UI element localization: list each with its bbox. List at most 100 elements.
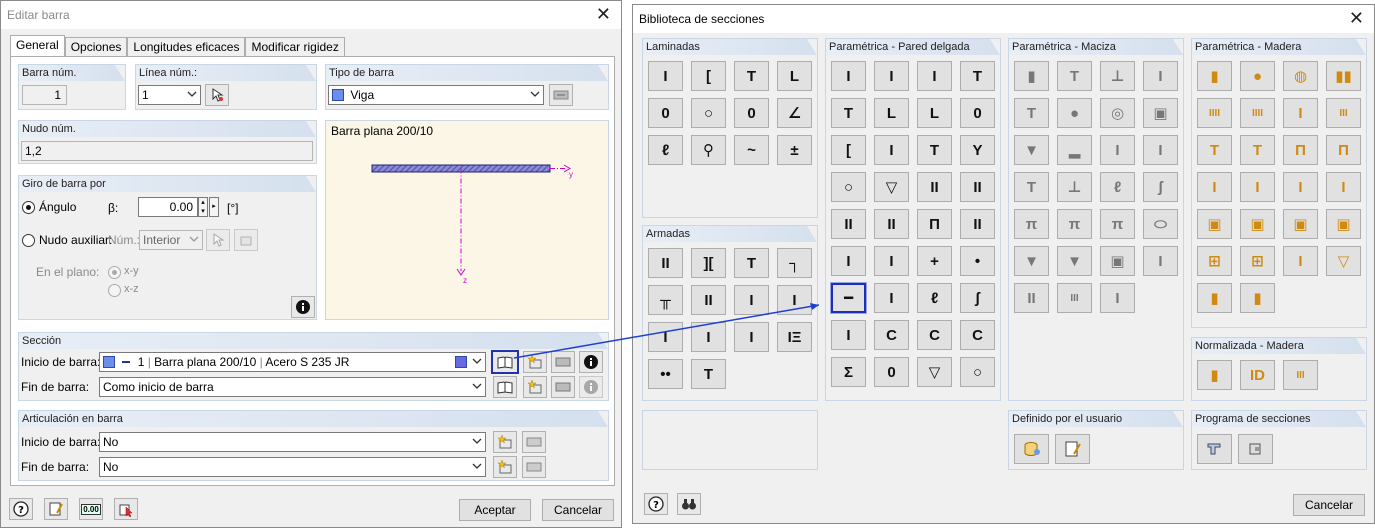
pared-section-button-18[interactable]: II — [874, 209, 909, 239]
maciza-section-button-3[interactable]: ⊥ — [1100, 61, 1135, 91]
section-end-info-button[interactable] — [579, 376, 603, 398]
hinge-end-new-button[interactable] — [493, 456, 517, 478]
madera-section-button-19[interactable]: ▣ — [1283, 209, 1318, 239]
pared-section-button-4[interactable]: T — [960, 61, 995, 91]
hinge-start-edit-button[interactable] — [522, 431, 546, 453]
pared-section-button-25[interactable]: ━ — [831, 283, 866, 313]
pared-section-button-15[interactable]: II — [917, 172, 952, 202]
pared-section-button-16[interactable]: II — [960, 172, 995, 202]
pared-section-button-20[interactable]: II — [960, 209, 995, 239]
maciza-section-button-24[interactable]: I — [1143, 246, 1178, 276]
user-section-edit-button[interactable] — [1055, 434, 1090, 464]
maciza-section-button-22[interactable]: ▼ — [1057, 246, 1092, 276]
madera-section-button-6[interactable]: IIII — [1240, 98, 1275, 128]
edit-text-button[interactable] — [44, 498, 68, 520]
section-library-button[interactable] — [491, 350, 519, 374]
laminadas-section-button-1[interactable]: I — [648, 61, 683, 91]
madera-section-button-14[interactable]: I — [1240, 172, 1275, 202]
madera-section-button-26[interactable]: ▮ — [1240, 283, 1275, 313]
pared-section-button-6[interactable]: L — [874, 98, 909, 128]
maciza-section-button-25[interactable]: II — [1014, 283, 1049, 313]
laminadas-section-button-10[interactable]: ⚲ — [691, 135, 726, 165]
maciza-section-button-26[interactable]: III — [1057, 283, 1092, 313]
help-button[interactable]: ? — [644, 493, 668, 515]
maciza-section-button-11[interactable]: I — [1100, 135, 1135, 165]
madera-section-button-8[interactable]: III — [1326, 98, 1361, 128]
laminadas-section-button-6[interactable]: ○ — [691, 98, 726, 128]
madera-section-button-20[interactable]: ▣ — [1326, 209, 1361, 239]
pared-section-button-1[interactable]: I — [831, 61, 866, 91]
member-type-select[interactable]: Viga — [328, 85, 544, 105]
laminadas-section-button-11[interactable]: ~ — [734, 135, 769, 165]
search-section-button[interactable] — [677, 493, 701, 515]
plane-xy-radio[interactable] — [108, 266, 121, 279]
select-member-button[interactable] — [114, 498, 138, 520]
armadas-section-button-4[interactable]: ┐ — [777, 248, 812, 278]
angle-radio[interactable] — [22, 201, 35, 214]
pared-section-button-35[interactable]: ▽ — [917, 357, 952, 387]
maciza-section-button-8[interactable]: ▣ — [1143, 98, 1178, 128]
info-button[interactable] — [291, 296, 315, 318]
madera-section-button-22[interactable]: ⊞ — [1240, 246, 1275, 276]
tab-longitudes[interactable]: Longitudes eficaces — [127, 37, 246, 56]
beta-arrow-button[interactable]: ▸ — [209, 197, 219, 217]
armadas-section-button-13[interactable]: •• — [648, 359, 683, 389]
pared-section-button-14[interactable]: ▽ — [874, 172, 909, 202]
madera-section-button-12[interactable]: П — [1326, 135, 1361, 165]
pared-section-button-11[interactable]: T — [917, 135, 952, 165]
madera-section-button-18[interactable]: ▣ — [1240, 209, 1275, 239]
armadas-section-button-8[interactable]: I — [777, 285, 812, 315]
maciza-section-button-14[interactable]: ⊥ — [1057, 172, 1092, 202]
maciza-section-button-17[interactable]: π — [1014, 209, 1049, 239]
maciza-section-button-27[interactable]: I — [1100, 283, 1135, 313]
section-end-select[interactable]: Como inicio de barra — [99, 377, 486, 397]
member-number-field[interactable]: 1 — [22, 85, 67, 105]
pared-section-button-17[interactable]: II — [831, 209, 866, 239]
edit-section-button[interactable] — [551, 351, 575, 373]
hinge-start-new-button[interactable] — [493, 431, 517, 453]
armadas-section-button-6[interactable]: II — [691, 285, 726, 315]
laminadas-section-button-12[interactable]: ± — [777, 135, 812, 165]
pared-section-button-9[interactable]: [ — [831, 135, 866, 165]
pared-section-button-27[interactable]: ℓ — [917, 283, 952, 313]
madera-section-button-10[interactable]: T — [1240, 135, 1275, 165]
pared-section-button-30[interactable]: C — [874, 320, 909, 350]
pared-section-button-10[interactable]: I — [874, 135, 909, 165]
hinge-end-edit-button[interactable] — [522, 456, 546, 478]
pared-section-button-26[interactable]: I — [874, 283, 909, 313]
armadas-section-button-10[interactable]: I — [691, 322, 726, 352]
madera-section-button-3[interactable]: ◍ — [1283, 61, 1318, 91]
maciza-section-button-21[interactable]: ▼ — [1014, 246, 1049, 276]
pared-section-button-13[interactable]: ○ — [831, 172, 866, 202]
hinge-start-select[interactable]: No — [99, 432, 486, 452]
maciza-section-button-9[interactable]: ▼ — [1014, 135, 1049, 165]
madera-section-button-23[interactable]: I — [1283, 246, 1318, 276]
tab-opciones[interactable]: Opciones — [64, 37, 128, 56]
pared-section-button-32[interactable]: C — [960, 320, 995, 350]
madera-section-button-11[interactable]: П — [1283, 135, 1318, 165]
madera-section-button-25[interactable]: ▮ — [1197, 283, 1232, 313]
close-icon[interactable]: ✕ — [596, 5, 611, 23]
madera-section-button-5[interactable]: IIII — [1197, 98, 1232, 128]
maciza-section-button-12[interactable]: I — [1143, 135, 1178, 165]
armadas-section-button-5[interactable]: ╥ — [648, 285, 683, 315]
tab-general[interactable]: General — [10, 35, 65, 56]
pared-section-button-8[interactable]: 0 — [960, 98, 995, 128]
pared-section-button-19[interactable]: П — [917, 209, 952, 239]
madera-section-button-4[interactable]: ▮▮ — [1326, 61, 1361, 91]
normalizada-section-button-1[interactable]: ▮ — [1197, 360, 1232, 390]
maciza-section-button-5[interactable]: T — [1014, 98, 1049, 128]
madera-section-button-7[interactable]: I — [1283, 98, 1318, 128]
cancel-button[interactable]: Cancelar — [542, 499, 614, 521]
maciza-section-button-16[interactable]: ʃ — [1143, 172, 1178, 202]
pared-section-button-7[interactable]: L — [917, 98, 952, 128]
pared-section-button-5[interactable]: T — [831, 98, 866, 128]
maciza-section-button-15[interactable]: ℓ — [1100, 172, 1135, 202]
madera-section-button-16[interactable]: I — [1326, 172, 1361, 202]
pick-aux-node-button[interactable] — [206, 229, 230, 251]
cancel-button[interactable]: Cancelar — [1293, 494, 1365, 516]
maciza-section-button-7[interactable]: ◎ — [1100, 98, 1135, 128]
tab-rigidez[interactable]: Modificar rigidez — [245, 37, 345, 56]
plane-xz-radio[interactable] — [108, 284, 121, 297]
armadas-section-button-12[interactable]: IΞ — [777, 322, 812, 352]
